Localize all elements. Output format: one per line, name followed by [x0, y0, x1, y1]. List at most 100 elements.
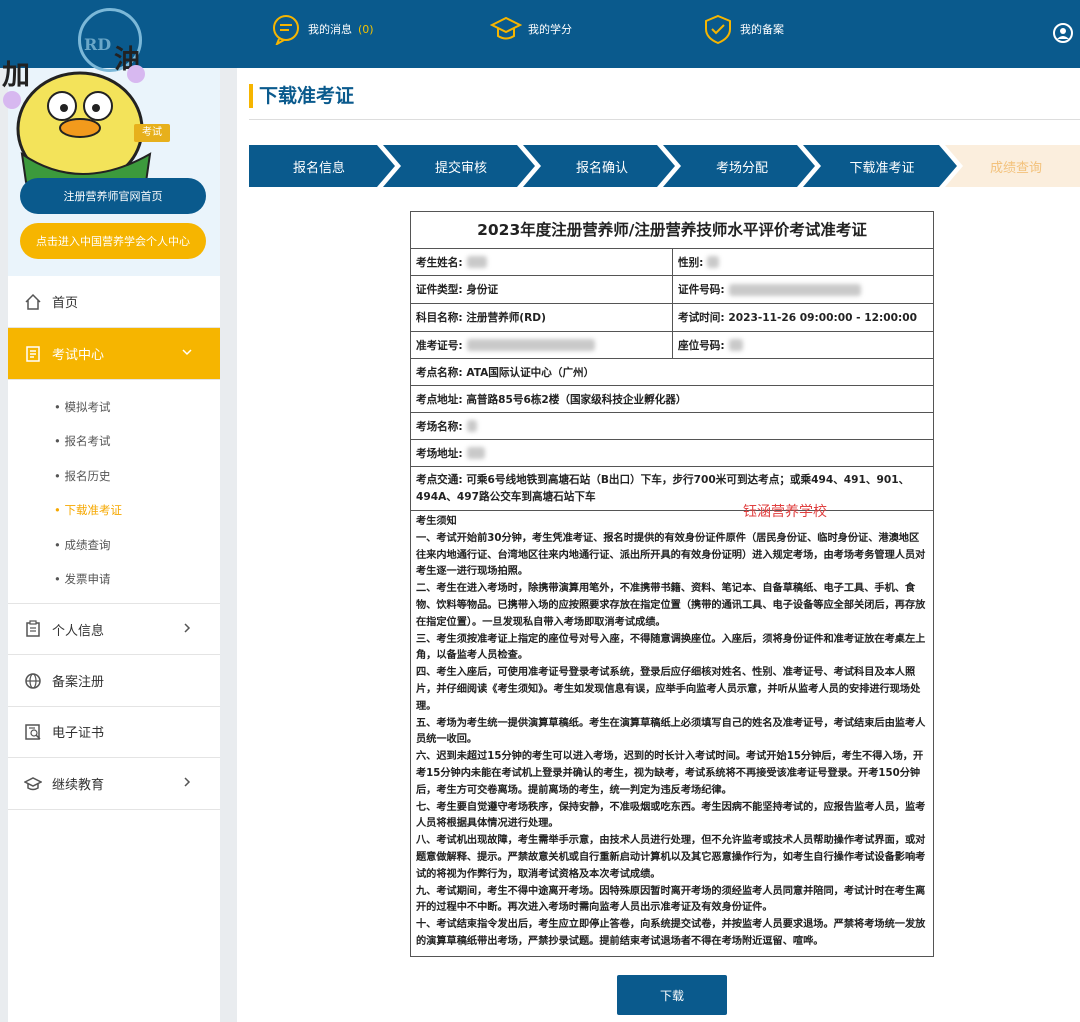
- watermark-text: 钰涵营养学校: [743, 504, 827, 520]
- step-registration-confirm: 报名确认: [575, 160, 628, 176]
- my-filing-link[interactable]: 我的备案: [702, 13, 784, 45]
- chevron-right-icon: [184, 777, 191, 787]
- site-name-value: ATA国际认证中心（广州）: [466, 366, 595, 379]
- user-avatar-icon[interactable]: [1052, 22, 1074, 44]
- messages-count: (0): [358, 22, 374, 36]
- submenu-score-query[interactable]: • 成绩查询: [54, 537, 110, 553]
- site-name-label: 考点名称:: [416, 366, 463, 379]
- redacted-room-address: [466, 447, 485, 459]
- notice-item: 十、考试结束指令发出后，考生应立即停止答卷，向系统提交试卷，并按监考人员要求退场…: [416, 919, 926, 947]
- main-panel: 下载准考证 报名信息 提交审核 报名确认 考场分配 下载准考证 成绩查询 202…: [237, 68, 1080, 1022]
- subject-value: 注册营养师(RD): [466, 312, 546, 324]
- submenu-download-admission-ticket[interactable]: • 下载准考证: [54, 502, 122, 518]
- credits-label: 我的学分: [528, 23, 572, 36]
- redacted-room-name: [466, 420, 477, 432]
- ticket-row: 证件类型: 身份证 证件号码:: [411, 276, 933, 304]
- society-personal-center-button[interactable]: 点击进入中国营养学会个人中心: [20, 223, 206, 259]
- notice-item: 三、考生须按准考证上指定的座位号对号入座，不得随意调换座位。入座后，须将身份证件…: [416, 633, 926, 662]
- title-divider: [249, 119, 1080, 120]
- ticket-row: 考点地址: 高普路85号6栋2楼（国家级科技企业孵化器）: [411, 386, 933, 413]
- ticket-row: 考点交通: 可乘6号线地铁到高塘石站（B出口）下车，步行700米可到达考点；或乘…: [411, 467, 933, 511]
- my-messages-link[interactable]: 我的消息 (0): [270, 13, 374, 45]
- seat-number-label: 座位号码:: [678, 339, 725, 352]
- ticket-row: 考场名称:: [411, 413, 933, 440]
- subject-label: 科目名称:: [416, 312, 463, 324]
- submenu-registration-history[interactable]: • 报名历史: [54, 468, 110, 484]
- chevron-right-icon: [184, 623, 191, 633]
- official-homepage-button[interactable]: 注册营养师官网首页: [20, 178, 206, 214]
- submenu-mock-exam[interactable]: • 模拟考试: [54, 399, 110, 415]
- filing-label: 我的备案: [740, 23, 784, 36]
- sidebar-item-label: 继续教育: [52, 778, 105, 793]
- download-button[interactable]: 下载: [617, 975, 727, 1015]
- site-address-label: 考点地址:: [416, 393, 463, 406]
- messages-label: 我的消息: [308, 23, 352, 36]
- svg-text:加: 加: [2, 58, 30, 91]
- site-address-value: 高普路85号6栋2楼（国家级科技企业孵化器）: [466, 393, 687, 406]
- sidebar-item-label: 电子证书: [52, 726, 105, 741]
- notice-item: 二、考生在进入考场时，除携带演算用笔外，不准携带书籍、资料、笔记本、自备草稿纸、…: [416, 583, 926, 628]
- name-label: 考生姓名:: [416, 256, 463, 269]
- progress-steps: 报名信息 提交审核 报名确认 考场分配 下载准考证 成绩查询: [249, 145, 1080, 187]
- notice-item: 六、迟到未超过15分钟的考生可以进入考场，迟到的时长计入考试时间。考试开始15分…: [416, 751, 924, 796]
- graduation-cap-icon: [490, 16, 522, 40]
- sidebar-header: 加 油 RD 考试 注册营养师官网首页 点击进入中国营养学会个人中心: [2, 8, 220, 276]
- submenu-invoice-request[interactable]: • 发票申请: [54, 571, 110, 587]
- ticket-number-label: 准考证号:: [416, 339, 463, 352]
- candidate-notice: 考生须知 一、考试开始前30分钟，考生凭准考证、报名时提供的有效身份证件原件（居…: [411, 511, 933, 956]
- id-type-label: 证件类型:: [416, 284, 463, 296]
- step-registration-info: 报名信息: [292, 160, 345, 176]
- step-score-query: 成绩查询: [989, 160, 1042, 176]
- notice-item: 四、考生入座后，可使用准考证号登录考试系统，登录后应仔细核对姓名、性别、准考证号…: [416, 667, 921, 712]
- page-title: 下载准考证: [249, 84, 354, 108]
- redacted-seat-number: [728, 339, 743, 351]
- message-bubble-icon: [273, 15, 299, 45]
- my-credits-link[interactable]: 我的学分: [490, 13, 572, 45]
- notice-title: 考生须知: [416, 516, 457, 527]
- sidebar-item-label: 考试中心: [52, 348, 105, 363]
- room-name-label: 考场名称:: [416, 420, 463, 433]
- sidebar-item-label: 首页: [52, 296, 79, 311]
- submenu-register-exam[interactable]: • 报名考试: [54, 433, 110, 449]
- ticket-title: 2023年度注册营养师/注册营养技师水平评价考试准考证: [411, 212, 933, 249]
- step-room-assignment: 考场分配: [715, 160, 768, 176]
- redacted-name: [466, 256, 487, 268]
- transport-label: 考点交通:: [416, 473, 463, 486]
- redacted-ticket-number: [466, 339, 595, 351]
- sidebar-item-label: 个人信息: [52, 623, 105, 639]
- svg-text:RD: RD: [84, 35, 111, 54]
- step-download-ticket: 下载准考证: [849, 160, 915, 176]
- exam-time-value: 2023-11-26 09:00:00 - 12:00:00: [728, 311, 917, 324]
- exam-badge: 考试: [134, 124, 170, 142]
- sidebar-item-filing-registration[interactable]: 备案注册: [8, 655, 220, 707]
- notice-item: 八、考试机出现故障，考生需举手示意，由技术人员进行处理，但不允许监考或技术人员帮…: [416, 835, 926, 880]
- ticket-row: 考场地址:: [411, 440, 933, 467]
- chevron-down-icon: [182, 349, 192, 356]
- notice-item: 五、考场为考生统一提供演算草稿纸。考生在演算草稿纸上必须填写自己的姓名及准考证号…: [416, 717, 926, 746]
- sidebar-item-exam-center[interactable]: 考试中心: [8, 328, 220, 380]
- redacted-id-number: [728, 283, 861, 296]
- mascot-duck-image: 加 油 RD: [2, 35, 152, 194]
- certificate-icon: [25, 723, 41, 740]
- sidebar-item-e-certificate[interactable]: 电子证书: [8, 706, 220, 758]
- room-address-label: 考场地址:: [416, 447, 463, 460]
- transport-value: 可乘6号线地铁到高塘石站（B出口）下车，步行700米可到达考点；或乘494、49…: [416, 473, 910, 503]
- step-submit-review: 提交审核: [434, 160, 487, 176]
- clipboard-icon: [26, 620, 40, 637]
- exam-icon: [26, 345, 40, 362]
- id-type-value: 身份证: [466, 284, 499, 296]
- notice-item: 一、考试开始前30分钟，考生凭准考证、报名时提供的有效身份证件原件（居民身份证、…: [416, 532, 926, 578]
- ticket-row: 考生姓名: 性别:: [411, 249, 933, 276]
- ticket-row: 准考证号: 座位号码:: [411, 332, 933, 359]
- sidebar-item-label: 备案注册: [52, 675, 105, 690]
- id-number-label: 证件号码:: [678, 284, 725, 296]
- sidebar-item-home[interactable]: 首页: [8, 276, 220, 328]
- sidebar-item-personal-info[interactable]: 个人信息: [8, 603, 220, 655]
- sidebar-item-continuing-education[interactable]: 继续教育: [8, 758, 220, 810]
- redacted-gender: [707, 256, 720, 268]
- exam-time-label: 考试时间:: [678, 312, 725, 324]
- admission-ticket: 2023年度注册营养师/注册营养技师水平评价考试准考证 考生姓名: 性别: 证件…: [410, 211, 934, 957]
- sidebar: 加 油 RD 考试 注册营养师官网首页 点击进入中国营养学会个人中心 首页 考试…: [2, 8, 220, 1022]
- gender-label: 性别:: [678, 256, 704, 269]
- globe-icon: [25, 672, 41, 689]
